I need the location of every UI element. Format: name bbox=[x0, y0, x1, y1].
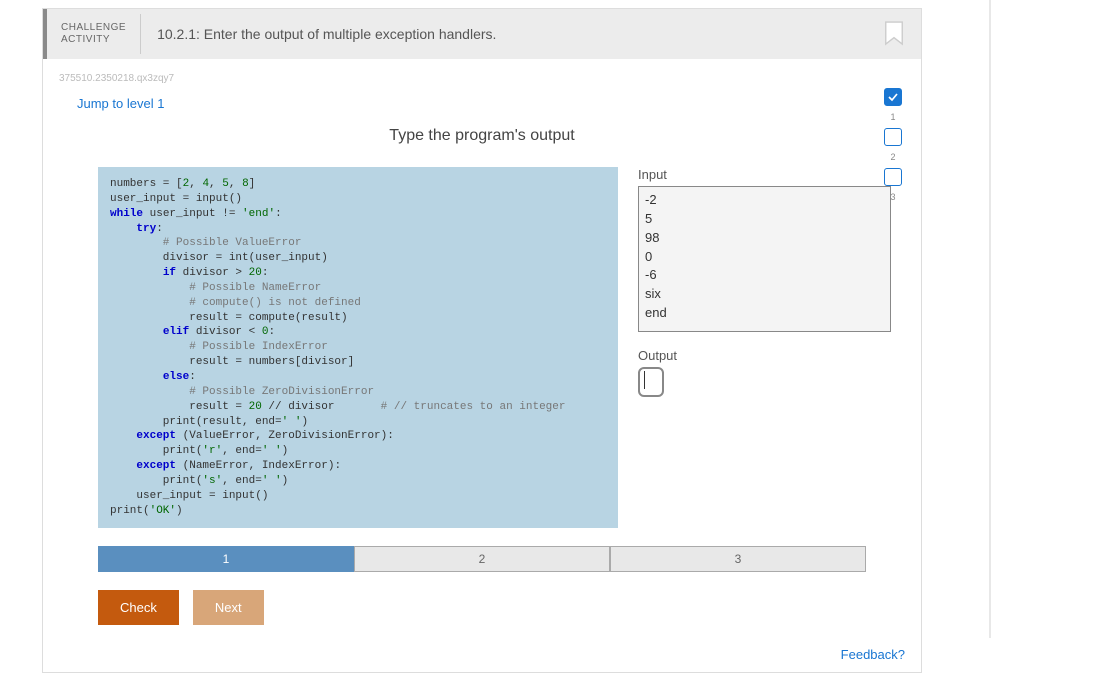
jump-to-level-link[interactable]: Jump to level 1 bbox=[43, 90, 921, 127]
divider-rail bbox=[989, 0, 991, 638]
level-num-2: 2 bbox=[890, 152, 895, 162]
input-line: six bbox=[645, 285, 884, 304]
input-label: Input bbox=[638, 167, 891, 182]
content-row: numbers = [2, 4, 5, 8] user_input = inpu… bbox=[43, 167, 921, 538]
level-stepper: 1 2 3 bbox=[884, 88, 902, 202]
progress-step-2[interactable]: 2 bbox=[354, 546, 610, 572]
input-box: -2 5 98 0 -6 six end bbox=[638, 186, 891, 332]
challenge-header: CHALLENGE ACTIVITY 10.2.1: Enter the out… bbox=[43, 9, 921, 59]
next-button[interactable]: Next bbox=[193, 590, 264, 625]
level-step-2[interactable] bbox=[884, 128, 902, 146]
output-label: Output bbox=[638, 348, 891, 363]
input-line: -6 bbox=[645, 266, 884, 285]
progress-step-3[interactable]: 3 bbox=[610, 546, 866, 572]
label-line2: ACTIVITY bbox=[61, 34, 126, 46]
bookmark-icon[interactable] bbox=[883, 21, 905, 47]
challenge-label: CHALLENGE ACTIVITY bbox=[47, 14, 141, 54]
level-num-1: 1 bbox=[890, 112, 895, 122]
input-line: -2 bbox=[645, 191, 884, 210]
challenge-title: 10.2.1: Enter the output of multiple exc… bbox=[141, 26, 496, 42]
buttons-row: Check Next bbox=[43, 590, 921, 647]
input-line: 0 bbox=[645, 248, 884, 267]
check-button[interactable]: Check bbox=[98, 590, 179, 625]
level-num-3: 3 bbox=[890, 192, 895, 202]
feedback-link[interactable]: Feedback? bbox=[43, 647, 921, 672]
code-text: numbers = [ bbox=[110, 178, 183, 190]
input-line: end bbox=[645, 304, 884, 323]
level-step-1[interactable] bbox=[884, 88, 902, 106]
level-step-3[interactable] bbox=[884, 168, 902, 186]
label-line1: CHALLENGE bbox=[61, 22, 126, 34]
input-line: 5 bbox=[645, 210, 884, 229]
main-panel: CHALLENGE ACTIVITY 10.2.1: Enter the out… bbox=[42, 8, 922, 673]
progress-bar: 1 2 3 bbox=[98, 546, 866, 572]
input-line: 98 bbox=[645, 229, 884, 248]
activity-id: 375510.2350218.qx3zqy7 bbox=[59, 73, 921, 84]
output-input[interactable] bbox=[638, 367, 664, 397]
check-icon bbox=[888, 92, 898, 102]
io-column: Input -2 5 98 0 -6 six end Output bbox=[638, 167, 891, 528]
code-block: numbers = [2, 4, 5, 8] user_input = inpu… bbox=[98, 167, 618, 528]
progress-step-1[interactable]: 1 bbox=[98, 546, 354, 572]
instruction-text: Type the program's output bbox=[43, 127, 921, 145]
text-cursor-icon bbox=[644, 371, 645, 389]
